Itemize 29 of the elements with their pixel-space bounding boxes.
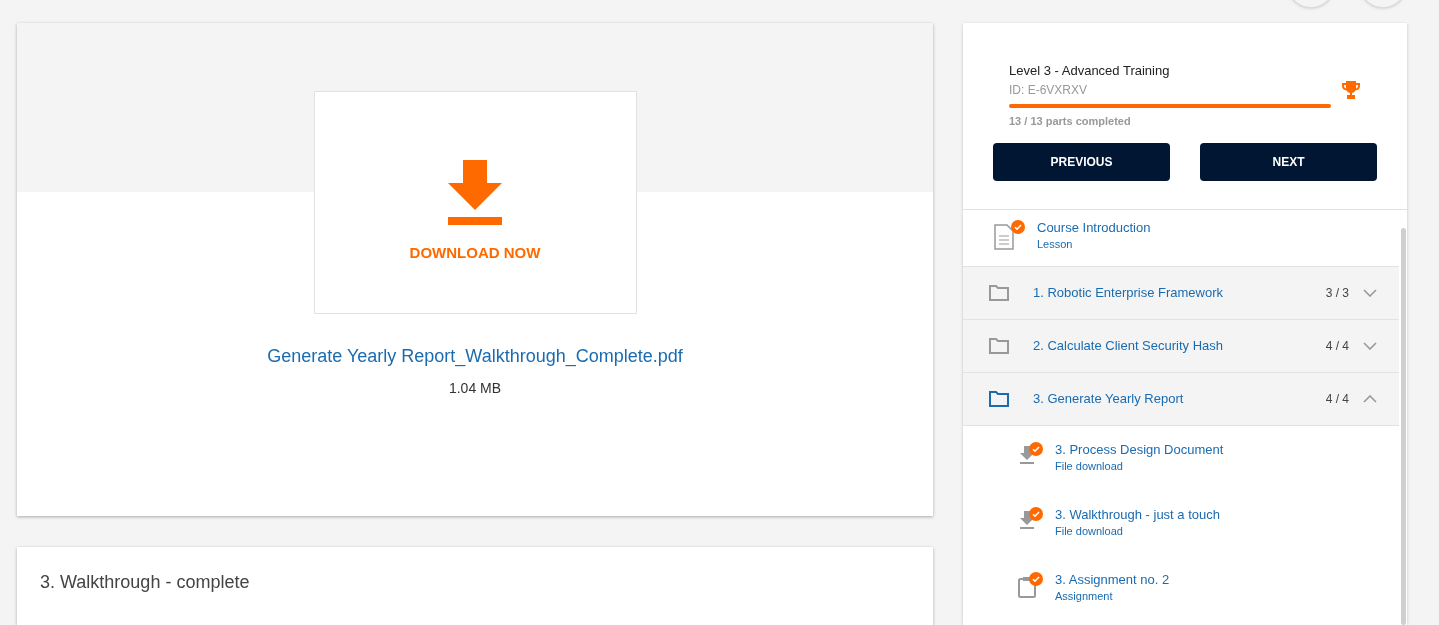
course-title: Level 3 - Advanced Training: [1009, 62, 1171, 80]
download-icon: [448, 160, 502, 226]
outline-item-link[interactable]: Course Introduction Lesson: [1037, 220, 1151, 252]
chevron-up-icon: [1363, 395, 1377, 403]
section-count: 4 / 4: [1325, 391, 1349, 408]
download-icon: [1019, 511, 1035, 529]
nav-button[interactable]: PREVIOUS: [993, 143, 1170, 181]
file-name-link[interactable]: Generate Yearly Report_Walkthrough_Complete.pdf: [267, 343, 683, 370]
download-icon: [1019, 446, 1035, 464]
course-id: ID: E-6VXRXV: [1009, 81, 1089, 99]
progress-text: 13 / 13 parts completed: [1009, 113, 1132, 129]
trophy-icon: [1341, 79, 1361, 100]
chevron-down-icon: [1363, 342, 1377, 350]
section-row[interactable]: 2. Calculate Client Security Hash 4 / 4: [963, 320, 1399, 373]
chevron-down-icon: [1363, 289, 1377, 297]
outline-item-link[interactable]: 3. Walkthrough - just a touch File download: [1055, 507, 1220, 539]
section-title: 3. Generate Yearly Report: [1033, 390, 1185, 409]
document-icon: [993, 224, 1015, 250]
section-title: 1. Robotic Enterprise Framework: [1033, 284, 1224, 303]
outline-item-link[interactable]: 3. Assignment no. 2 Assignment: [1055, 572, 1170, 604]
file-size: 1.04 MB: [448, 379, 502, 398]
outline-item-link[interactable]: 3. Process Design Document File download: [1055, 442, 1224, 474]
content-title: 3. Walkthrough - complete: [40, 572, 250, 593]
section-row[interactable]: 3. Generate Yearly Report 4 / 4: [963, 373, 1399, 426]
section-row[interactable]: 1. Robotic Enterprise Framework 3 / 3: [963, 267, 1399, 320]
section-count: 4 / 4: [1325, 338, 1349, 355]
nav-button[interactable]: NEXT: [1200, 143, 1377, 181]
section-title: 2. Calculate Client Security Hash: [1033, 337, 1225, 356]
section-count: 3 / 3: [1325, 285, 1349, 302]
